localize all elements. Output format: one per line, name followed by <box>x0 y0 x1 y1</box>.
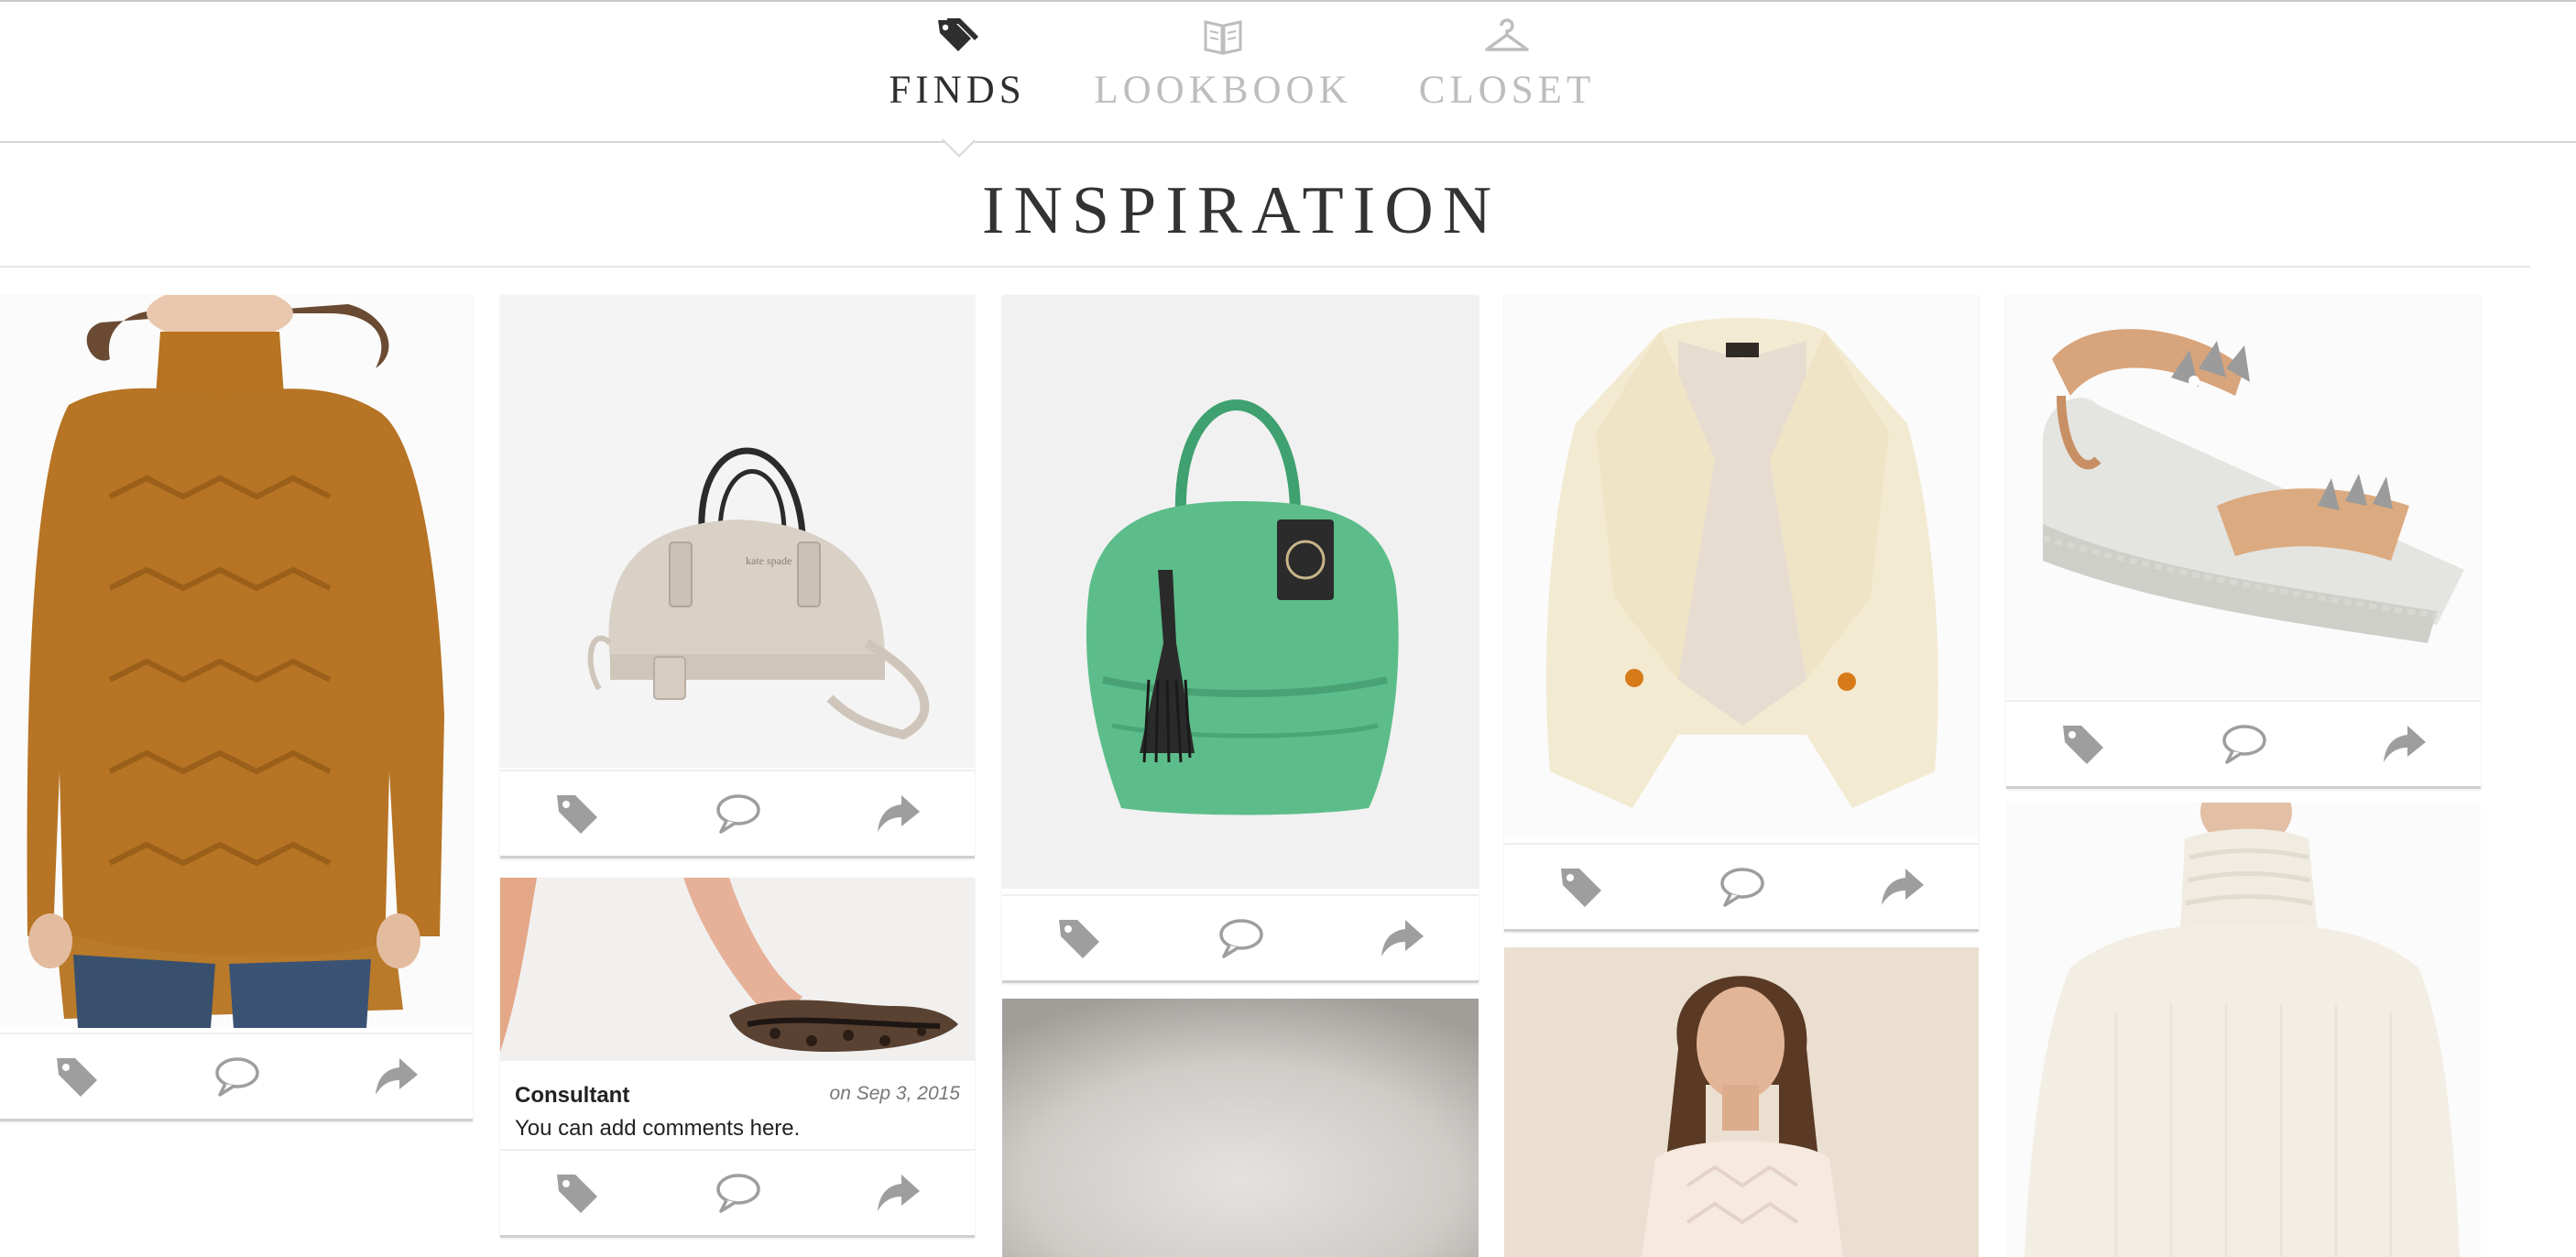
tag-icon <box>557 1175 597 1213</box>
product-card-flats[interactable]: Consultant on Sep 3, 2015 You can add co… <box>500 878 975 1238</box>
price-tags-icon <box>938 18 978 51</box>
comment-button[interactable] <box>2220 720 2267 768</box>
comment-button[interactable] <box>1718 863 1765 911</box>
share-icon <box>376 1058 418 1095</box>
nav-tab-lookbook-label: LOOKBOOK <box>1094 69 1352 112</box>
tag-icon <box>2063 726 2103 764</box>
page-title: INSPIRATION <box>981 173 1501 248</box>
product-image-model[interactable] <box>1504 947 1979 1257</box>
product-image-handbag[interactable]: kate spade <box>500 295 975 768</box>
share-icon <box>878 795 920 832</box>
product-card-backdrop[interactable] <box>1002 999 1479 1257</box>
comment-icon <box>2222 725 2266 764</box>
hanger-icon <box>1485 18 1529 51</box>
nav-tab-lookbook[interactable]: LOOKBOOK <box>1090 15 1356 113</box>
comment-button[interactable] <box>714 1169 761 1217</box>
tag-button[interactable] <box>53 1053 101 1100</box>
product-card-sandal[interactable] <box>2006 295 2481 789</box>
comment-button[interactable] <box>1217 914 1264 962</box>
share-icon <box>2384 726 2426 762</box>
share-icon <box>1882 869 1924 905</box>
share-button[interactable] <box>2380 720 2428 768</box>
card-actions <box>500 770 975 856</box>
comment-text: You can add comments here. <box>515 1116 801 1141</box>
share-icon <box>878 1175 920 1211</box>
nav-tab-finds-label: FINDS <box>889 69 1026 112</box>
main-nav: FINDS LOOKBOOK CLOSET <box>0 2 2576 143</box>
nav-tab-finds[interactable]: FINDS <box>879 15 1035 113</box>
share-button[interactable] <box>1378 914 1425 962</box>
comment-icon <box>1219 919 1263 958</box>
tag-button[interactable] <box>553 1169 601 1217</box>
comment-button[interactable] <box>714 790 761 837</box>
card-actions <box>0 1033 473 1119</box>
comment-icon <box>1720 868 1764 907</box>
tag-icon <box>57 1058 97 1097</box>
share-button[interactable] <box>874 1169 922 1217</box>
comment-icon <box>716 794 760 834</box>
product-image-ivory-sweater[interactable] <box>2006 803 2481 1257</box>
comment-icon <box>215 1057 259 1097</box>
tag-icon <box>557 795 597 834</box>
tag-button[interactable] <box>1055 914 1103 962</box>
product-card-tote[interactable] <box>1002 295 1479 983</box>
open-book-icon <box>1204 20 1242 55</box>
tag-button[interactable] <box>2059 720 2107 768</box>
tag-icon <box>1059 920 1099 958</box>
product-card-model[interactable] <box>1504 947 1979 1257</box>
card-actions <box>2006 700 2481 786</box>
comment-block: Consultant on Sep 3, 2015 You can add co… <box>500 1061 975 1151</box>
product-image-tote[interactable] <box>1002 295 1479 889</box>
comment-author: Consultant <box>515 1083 630 1108</box>
card-actions <box>500 1149 975 1235</box>
product-card-sweater[interactable] <box>0 295 473 1121</box>
product-image-flats[interactable] <box>500 878 975 1061</box>
share-icon <box>1381 920 1424 956</box>
product-image-sweater[interactable] <box>0 295 473 1028</box>
nav-tab-closet-label: CLOSET <box>1418 69 1596 112</box>
nav-tab-closet[interactable]: CLOSET <box>1411 15 1603 113</box>
product-card-handbag[interactable]: kate spade <box>500 295 975 858</box>
product-card-coat[interactable] <box>1504 295 1979 932</box>
comment-date: on Sep 3, 2015 <box>829 1083 960 1104</box>
share-button[interactable] <box>1878 863 1926 911</box>
tag-icon <box>1561 869 1601 907</box>
heading-divider <box>0 266 2530 268</box>
product-image-sandal[interactable] <box>2006 295 2481 698</box>
share-button[interactable] <box>372 1053 420 1100</box>
card-actions <box>1002 894 1479 980</box>
svg-text:kate spade: kate spade <box>746 554 791 567</box>
tag-button[interactable] <box>553 790 601 837</box>
product-image-coat[interactable] <box>1504 295 1979 837</box>
active-tab-indicator <box>942 139 975 158</box>
comment-icon <box>716 1174 760 1213</box>
share-button[interactable] <box>874 790 922 837</box>
card-actions <box>1504 843 1979 929</box>
product-image-backdrop[interactable] <box>1002 999 1479 1257</box>
tag-button[interactable] <box>1557 863 1605 911</box>
product-card-ivory-sweater[interactable] <box>2006 803 2481 1257</box>
comment-button[interactable] <box>213 1053 260 1100</box>
